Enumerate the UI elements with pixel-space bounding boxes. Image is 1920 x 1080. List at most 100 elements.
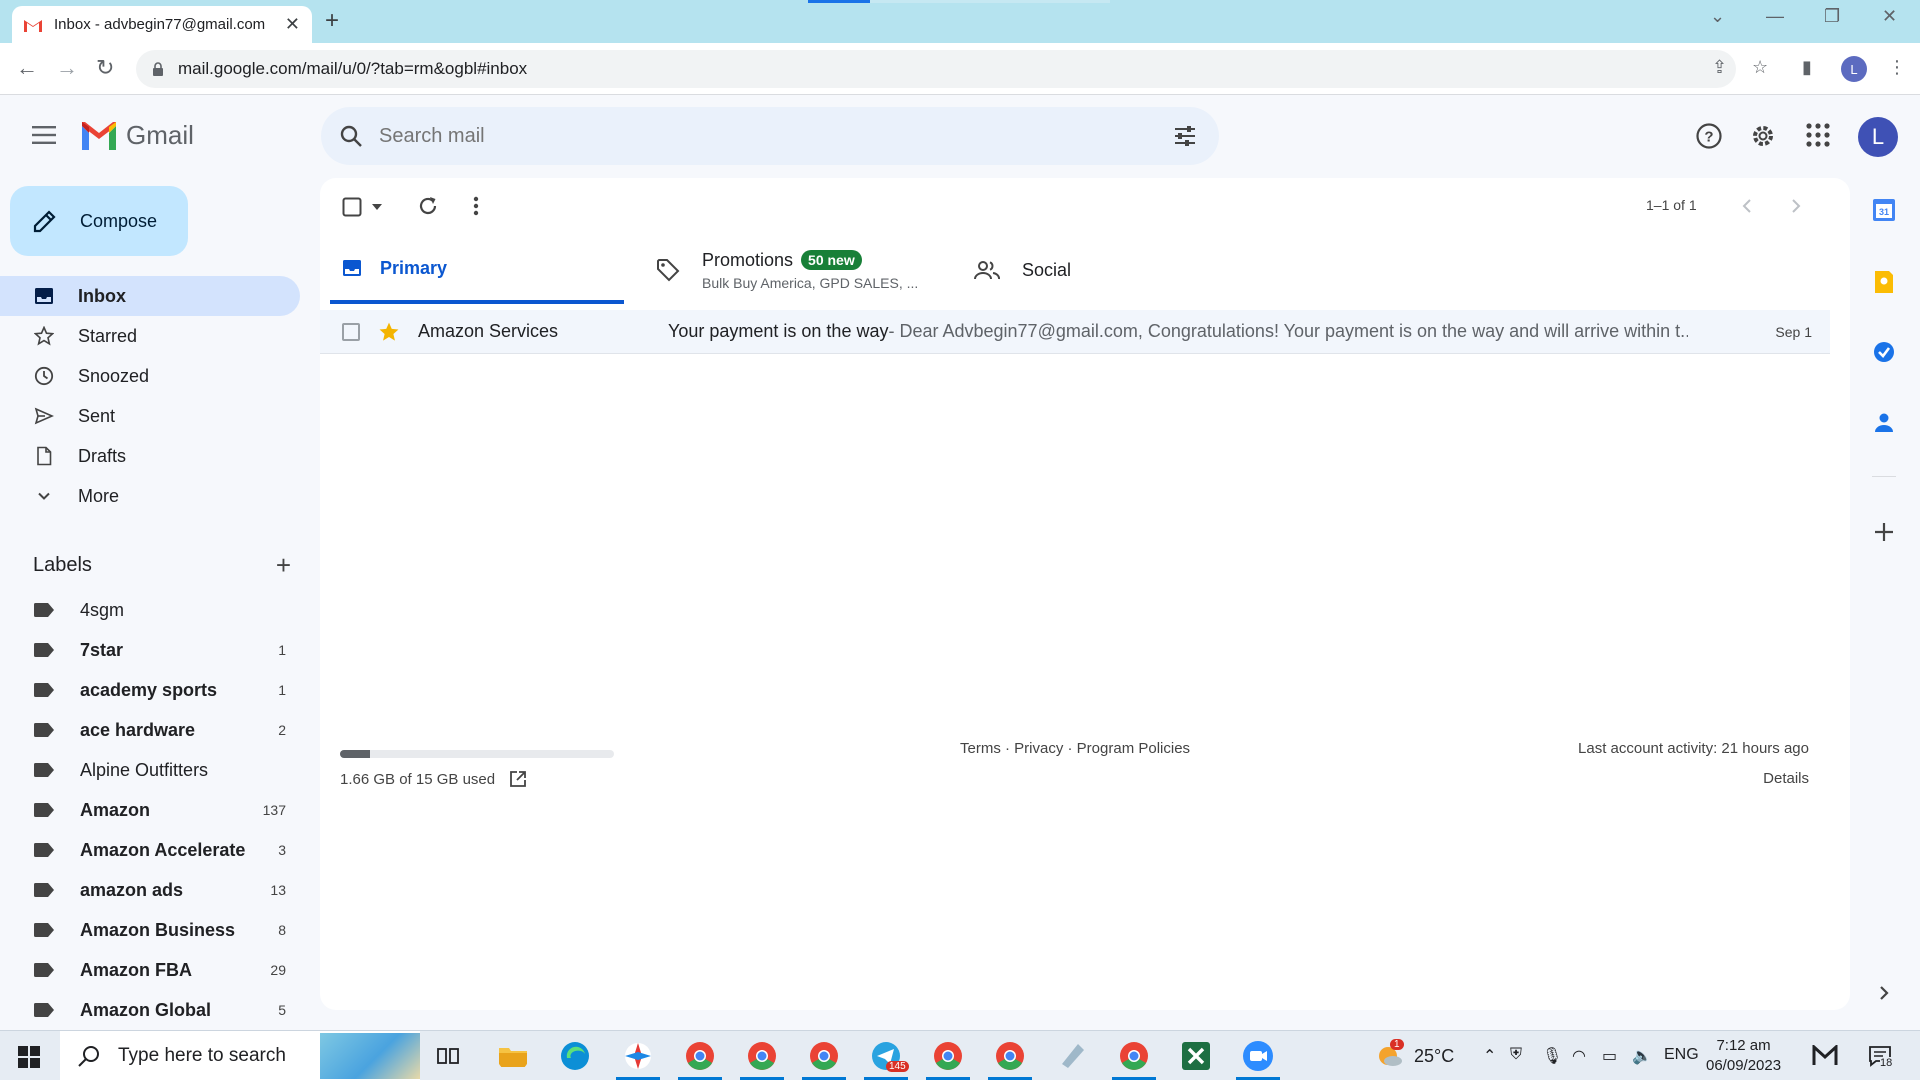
search-icon[interactable] xyxy=(339,124,363,148)
search-options-icon[interactable] xyxy=(1173,124,1197,148)
sidebar-item-inbox[interactable]: Inbox xyxy=(0,276,300,316)
restore-icon[interactable]: ❐ xyxy=(1824,6,1840,27)
external-link-icon[interactable] xyxy=(509,770,527,788)
footer-links[interactable]: Terms · Privacy · Program Policies xyxy=(960,740,1190,757)
windows-start-icon[interactable] xyxy=(18,1046,40,1068)
app-m-tray-icon[interactable] xyxy=(1812,1045,1838,1067)
tasks-icon[interactable] xyxy=(1872,340,1896,364)
main-menu-icon[interactable] xyxy=(32,126,56,144)
new-tab-icon[interactable]: + xyxy=(325,7,339,35)
sidebar-item-snoozed[interactable]: Snoozed xyxy=(0,356,300,396)
next-page-icon[interactable] xyxy=(1789,198,1803,214)
expand-side-panel-icon[interactable] xyxy=(1876,984,1892,1002)
activity-details-link[interactable]: Details xyxy=(1700,770,1809,787)
compose-button[interactable]: Compose xyxy=(10,186,188,256)
select-dropdown-icon[interactable] xyxy=(371,203,383,211)
label-item[interactable]: Amazon 137 xyxy=(0,790,300,830)
excel-icon[interactable] xyxy=(1180,1040,1212,1072)
tray-chevron-icon[interactable]: ⌃ xyxy=(1483,1046,1496,1066)
app-pinwheel-icon[interactable] xyxy=(622,1040,654,1072)
browser-menu-icon[interactable]: ⋮ xyxy=(1888,57,1906,78)
side-panel-icon[interactable]: ▮ xyxy=(1802,57,1812,78)
battery-tray-icon[interactable]: ▭ xyxy=(1602,1046,1617,1066)
security-tray-icon[interactable]: ⛨ xyxy=(1510,1046,1522,1064)
chrome-profile-4-icon[interactable] xyxy=(932,1040,964,1072)
browser-tab[interactable]: Inbox - advbegin77@gmail.com ✕ xyxy=(12,6,312,43)
edge-browser-icon[interactable] xyxy=(559,1040,591,1072)
label-item[interactable]: ace hardware 2 xyxy=(0,710,300,750)
tag-icon xyxy=(657,259,680,282)
prev-page-icon[interactable] xyxy=(1740,198,1754,214)
chrome-profile-3-icon[interactable] xyxy=(808,1040,840,1072)
label-item[interactable]: 7star 1 xyxy=(0,630,300,670)
forward-icon[interactable]: → xyxy=(56,55,78,81)
zoom-icon[interactable] xyxy=(1242,1040,1274,1072)
chrome-profile-1-icon[interactable] xyxy=(684,1040,716,1072)
telegram-badge: 145 xyxy=(886,1061,909,1072)
chrome-profile-2-icon[interactable] xyxy=(746,1040,778,1072)
label-item[interactable]: 4sgm xyxy=(0,590,300,630)
account-avatar[interactable]: L xyxy=(1858,117,1898,157)
help-icon[interactable]: ? xyxy=(1695,122,1723,150)
contacts-icon[interactable] xyxy=(1872,410,1896,434)
volume-tray-icon[interactable]: 🔈 xyxy=(1632,1046,1652,1066)
label-tag-icon xyxy=(34,843,54,857)
sidebar-item-drafts[interactable]: Drafts xyxy=(0,436,300,476)
task-view-icon[interactable] xyxy=(437,1045,459,1067)
tab-label: Social xyxy=(1022,259,1072,280)
email-row[interactable]: Amazon Services Your payment is on the w… xyxy=(320,310,1830,354)
search-input[interactable] xyxy=(379,124,1139,148)
file-explorer-icon[interactable] xyxy=(497,1040,529,1072)
label-item[interactable]: academy sports 1 xyxy=(0,670,300,710)
starred-icon[interactable] xyxy=(378,321,400,343)
sidebar-item-more[interactable]: More xyxy=(0,476,300,516)
send-icon xyxy=(34,407,54,425)
sidebar-item-sent[interactable]: Sent xyxy=(0,396,300,436)
label-item[interactable]: Amazon Accelerate 3 xyxy=(0,830,300,870)
apps-grid-icon[interactable] xyxy=(1805,122,1831,148)
minimize-icon[interactable]: — xyxy=(1766,6,1784,27)
language-indicator[interactable]: ENG xyxy=(1664,1046,1699,1064)
reload-icon[interactable]: ↻ xyxy=(96,55,114,81)
settings-gear-icon[interactable] xyxy=(1749,122,1777,150)
label-item[interactable]: Amazon FBA 29 xyxy=(0,950,300,990)
add-addon-icon[interactable] xyxy=(1872,520,1896,544)
search-bar[interactable] xyxy=(321,107,1219,165)
email-checkbox[interactable] xyxy=(342,322,360,341)
label-name: Amazon Business xyxy=(80,919,236,940)
wifi-tray-icon[interactable]: ◠ xyxy=(1572,1046,1586,1066)
bookmark-star-icon[interactable]: ☆ xyxy=(1752,57,1768,78)
tab-social[interactable]: Social xyxy=(970,236,1230,304)
weather-badge: 1 xyxy=(1390,1039,1404,1050)
tab-search-icon[interactable]: ⌄ xyxy=(1710,6,1725,27)
label-item[interactable]: amazon ads 13 xyxy=(0,870,300,910)
url-field[interactable]: mail.google.com/mail/u/0/?tab=rm&ogbl#in… xyxy=(136,50,1736,88)
label-item[interactable]: Amazon Global 5 xyxy=(0,990,300,1030)
add-label-icon[interactable]: + xyxy=(276,550,291,581)
keep-icon[interactable] xyxy=(1872,270,1896,294)
label-item[interactable]: Alpine Outfitters xyxy=(0,750,300,790)
window-close-icon[interactable]: ✕ xyxy=(1882,6,1897,27)
back-icon[interactable]: ← xyxy=(16,55,38,81)
share-icon[interactable]: ⇪ xyxy=(1712,57,1727,78)
chrome-profile-5-icon[interactable] xyxy=(994,1040,1026,1072)
taskbar-clock[interactable]: 7:12 am 06/09/2023 xyxy=(1706,1036,1781,1076)
notes-app-icon[interactable] xyxy=(1056,1040,1088,1072)
tab-primary[interactable]: Primary xyxy=(330,236,624,304)
label-tag-icon xyxy=(34,603,54,617)
chrome-profile-6-icon[interactable] xyxy=(1118,1040,1150,1072)
svg-text:31: 31 xyxy=(1879,207,1889,217)
svg-text:?: ? xyxy=(1704,129,1713,146)
calendar-icon[interactable]: 31 xyxy=(1872,198,1896,222)
microphone-tray-icon[interactable]: 🎙 xyxy=(1542,1046,1562,1066)
more-options-icon[interactable] xyxy=(472,195,480,217)
sidebar-item-starred[interactable]: Starred xyxy=(0,316,300,356)
browser-profile-avatar[interactable]: L xyxy=(1841,56,1867,82)
label-item[interactable]: Amazon Business 8 xyxy=(0,910,300,950)
tab-close-icon[interactable]: ✕ xyxy=(285,14,300,35)
gmail-logo[interactable]: Gmail xyxy=(80,120,194,151)
refresh-icon[interactable] xyxy=(417,195,439,217)
select-all-checkbox[interactable] xyxy=(342,197,362,217)
label-name: 4sgm xyxy=(80,599,125,620)
tab-promotions[interactable]: Promotions 50 new Bulk Buy America, GPD … xyxy=(650,236,930,304)
